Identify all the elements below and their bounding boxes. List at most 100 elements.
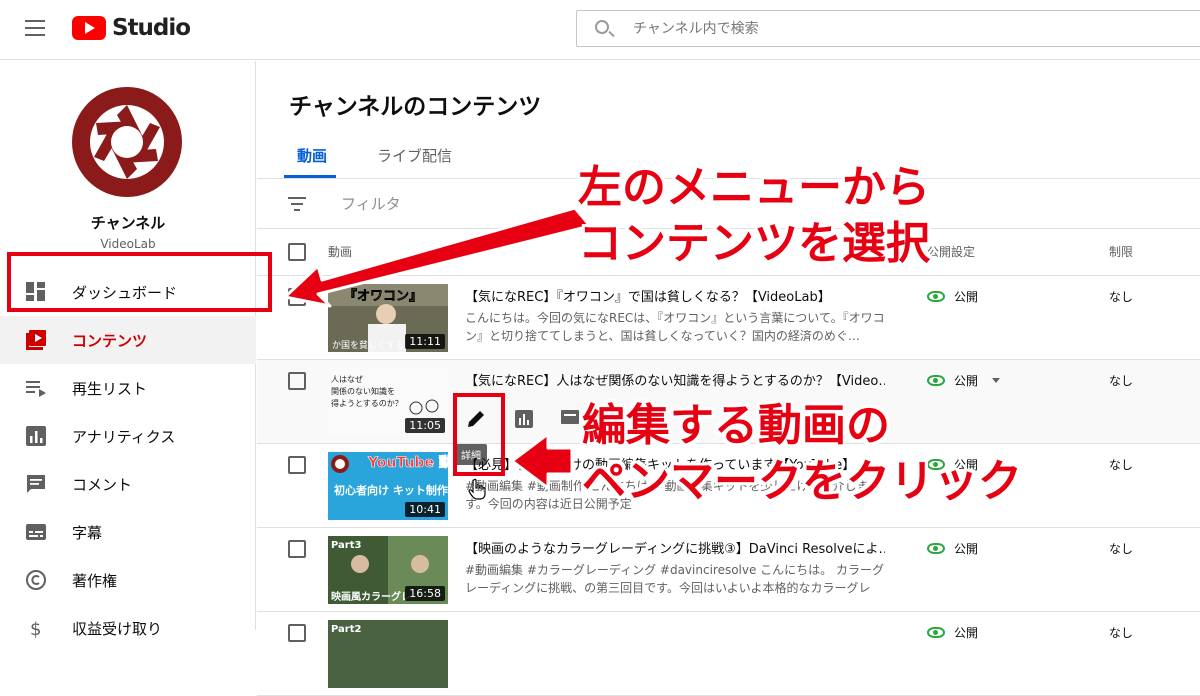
row-checkbox[interactable]	[288, 540, 306, 558]
video-duration: 11:11	[405, 334, 445, 349]
video-thumbnail[interactable]: Part2	[328, 620, 448, 688]
visibility-label: 公開	[954, 374, 979, 388]
sidebar-item-comments[interactable]: コメント	[0, 460, 256, 508]
column-header-restrictions: 制限	[1109, 245, 1134, 259]
row-checkbox[interactable]	[288, 456, 306, 474]
copyright-icon	[26, 570, 46, 590]
svg-text:人はなぜ: 人はなぜ	[331, 375, 363, 384]
table-row[interactable]: Part2 公開 なし	[257, 612, 1200, 696]
filter-input[interactable]: フィルタ	[341, 193, 401, 214]
video-description: #動画編集 #カラーグレーディング #davinciresolve こんにちは。…	[465, 563, 884, 595]
channel-handle: VideoLab	[100, 237, 156, 251]
studio-logo-text: Studio	[112, 15, 191, 41]
sidebar-item-analytics[interactable]: アナリティクス	[0, 412, 256, 460]
svg-text:関係のない知識を: 関係のない知識を	[331, 386, 395, 396]
sidebar-item-label: コメント	[72, 475, 133, 494]
sidebar-item-label: 再生リスト	[72, 379, 148, 398]
video-title[interactable]: 【映画のようなカラーグレーディングに挑戦③】DaVinci Resolveによ…	[465, 538, 885, 557]
sidebar-item-subtitles[interactable]: 字幕	[0, 508, 256, 556]
comment-icon	[27, 475, 45, 493]
visibility-status[interactable]: 公開	[927, 288, 978, 305]
video-duration: 10:41	[405, 502, 445, 517]
visibility-label: 公開	[954, 542, 979, 556]
eye-icon	[927, 543, 945, 554]
search-icon	[595, 20, 609, 34]
search-input[interactable]	[633, 17, 1133, 41]
sidebar-item-copyright[interactable]: 著作権	[0, 556, 256, 604]
row-checkbox[interactable]	[288, 288, 306, 306]
video-thumbnail[interactable]: YouTube 動画編集 初心者向け キット制作中 10:41	[328, 452, 448, 520]
playlist-icon	[26, 381, 46, 397]
visibility-label: 公開	[954, 626, 979, 640]
sidebar-item-content[interactable]: コンテンツ	[0, 316, 256, 364]
subtitles-icon	[26, 524, 46, 540]
eye-icon	[927, 291, 945, 302]
sidebar-item-playlists[interactable]: 再生リスト	[0, 364, 256, 412]
chevron-down-icon[interactable]	[992, 378, 1001, 383]
thumbnail-text: 『オワコン』	[344, 288, 422, 304]
sidebar-item-label: アナリティクス	[72, 427, 176, 446]
youtube-logo-icon	[72, 16, 106, 40]
dollar-icon: $	[30, 619, 41, 639]
visibility-label: 公開	[954, 290, 979, 304]
main-content: チャンネルのコンテンツ 動画 ライブ配信 フィルタ 動画 公開設定 制限 『オワ…	[257, 61, 1200, 696]
thumbnail-caption: 初心者向け キット制作中	[334, 483, 448, 497]
restriction-value: なし	[1109, 626, 1134, 640]
search-box[interactable]	[576, 10, 1200, 47]
video-thumbnail[interactable]: 『オワコン』 か国を貧しくする 11:11	[328, 284, 448, 352]
video-thumbnail[interactable]: Part3 映画風カラーグレ 16:58	[328, 536, 448, 604]
content-icon	[26, 330, 46, 350]
thumbnail-image: Part2	[328, 620, 448, 688]
video-thumbnail[interactable]: 人はなぜ 関係のない知識を 得ようとするのか？ 11:05	[328, 368, 448, 436]
sidebar-item-label: 収益受け取り	[72, 619, 163, 638]
visibility-status[interactable]: 公開	[927, 624, 978, 641]
sidebar-item-label: コンテンツ	[72, 331, 148, 350]
content-highlight-box	[7, 252, 272, 312]
row-checkbox[interactable]	[288, 372, 306, 390]
callout-line: 左のメニューから	[578, 162, 930, 213]
restriction-value: なし	[1109, 458, 1134, 472]
restriction-value: なし	[1109, 290, 1134, 304]
restriction-value: なし	[1109, 542, 1134, 556]
table-row[interactable]: Part3 映画風カラーグレ 16:58 【映画のようなカラーグレーディングに挑…	[257, 528, 1200, 612]
select-all-checkbox[interactable]	[288, 243, 306, 261]
analytics-icon	[26, 426, 46, 446]
sidebar: チャンネル VideoLab ダッシュボード コンテンツ 再生リスト アナリティ…	[0, 61, 256, 639]
channel-avatar[interactable]	[72, 87, 182, 197]
video-title[interactable]: 【気になREC】人はなぜ関係のない知識を得ようとするのか？【Video…	[465, 370, 885, 389]
tab-videos[interactable]: 動画	[297, 145, 327, 166]
row-checkbox[interactable]	[288, 624, 306, 642]
thumbnail-caption: か国を貧しくする	[332, 339, 404, 351]
column-header-video: 動画	[328, 245, 353, 259]
video-title[interactable]: 【気になREC】『オワコン』で国は貧しくなる？【VideoLab】	[465, 286, 885, 305]
top-bar: Studio	[0, 0, 1200, 60]
channel-name: チャンネル	[90, 214, 166, 232]
sidebar-item-label: 著作権	[72, 571, 118, 590]
video-duration: 11:05	[405, 418, 445, 433]
page-title: チャンネルのコンテンツ	[289, 94, 542, 120]
instruction-callout-2: 編集する動画の ペンマークをクリック	[582, 398, 1022, 510]
eye-icon	[927, 375, 945, 386]
table-row[interactable]: 『オワコン』 か国を貧しくする 11:11 【気になREC】『オワコン』で国は貧…	[257, 276, 1200, 360]
video-duration: 16:58	[405, 586, 445, 601]
menu-icon[interactable]	[25, 20, 45, 36]
comment-icon[interactable]	[559, 408, 581, 430]
visibility-status[interactable]: 公開	[927, 372, 1001, 389]
restriction-value: なし	[1109, 374, 1134, 388]
tab-live[interactable]: ライブ配信	[377, 145, 452, 166]
pen-highlight-box	[453, 393, 505, 476]
analytics-icon[interactable]	[513, 408, 535, 430]
thumbnail-caption: 映画風カラーグレ	[331, 590, 411, 603]
callout-line: ペンマークをクリック	[582, 456, 1022, 507]
svg-text:$: $	[30, 619, 41, 639]
sidebar-item-monetization[interactable]: $ 収益受け取り	[0, 604, 256, 652]
instruction-callout-1: 左のメニューから コンテンツを選択	[578, 160, 930, 272]
studio-logo[interactable]: Studio	[72, 15, 191, 41]
svg-text:得ようとするのか？: 得ようとするのか？	[331, 398, 403, 408]
sidebar-item-label: 字幕	[72, 523, 103, 542]
thumbnail-text: YouTube 動画編集	[367, 454, 448, 471]
column-header-visibility: 公開設定	[927, 245, 976, 259]
filter-icon[interactable]	[288, 197, 306, 211]
eye-icon	[927, 627, 945, 638]
visibility-status[interactable]: 公開	[927, 540, 978, 557]
